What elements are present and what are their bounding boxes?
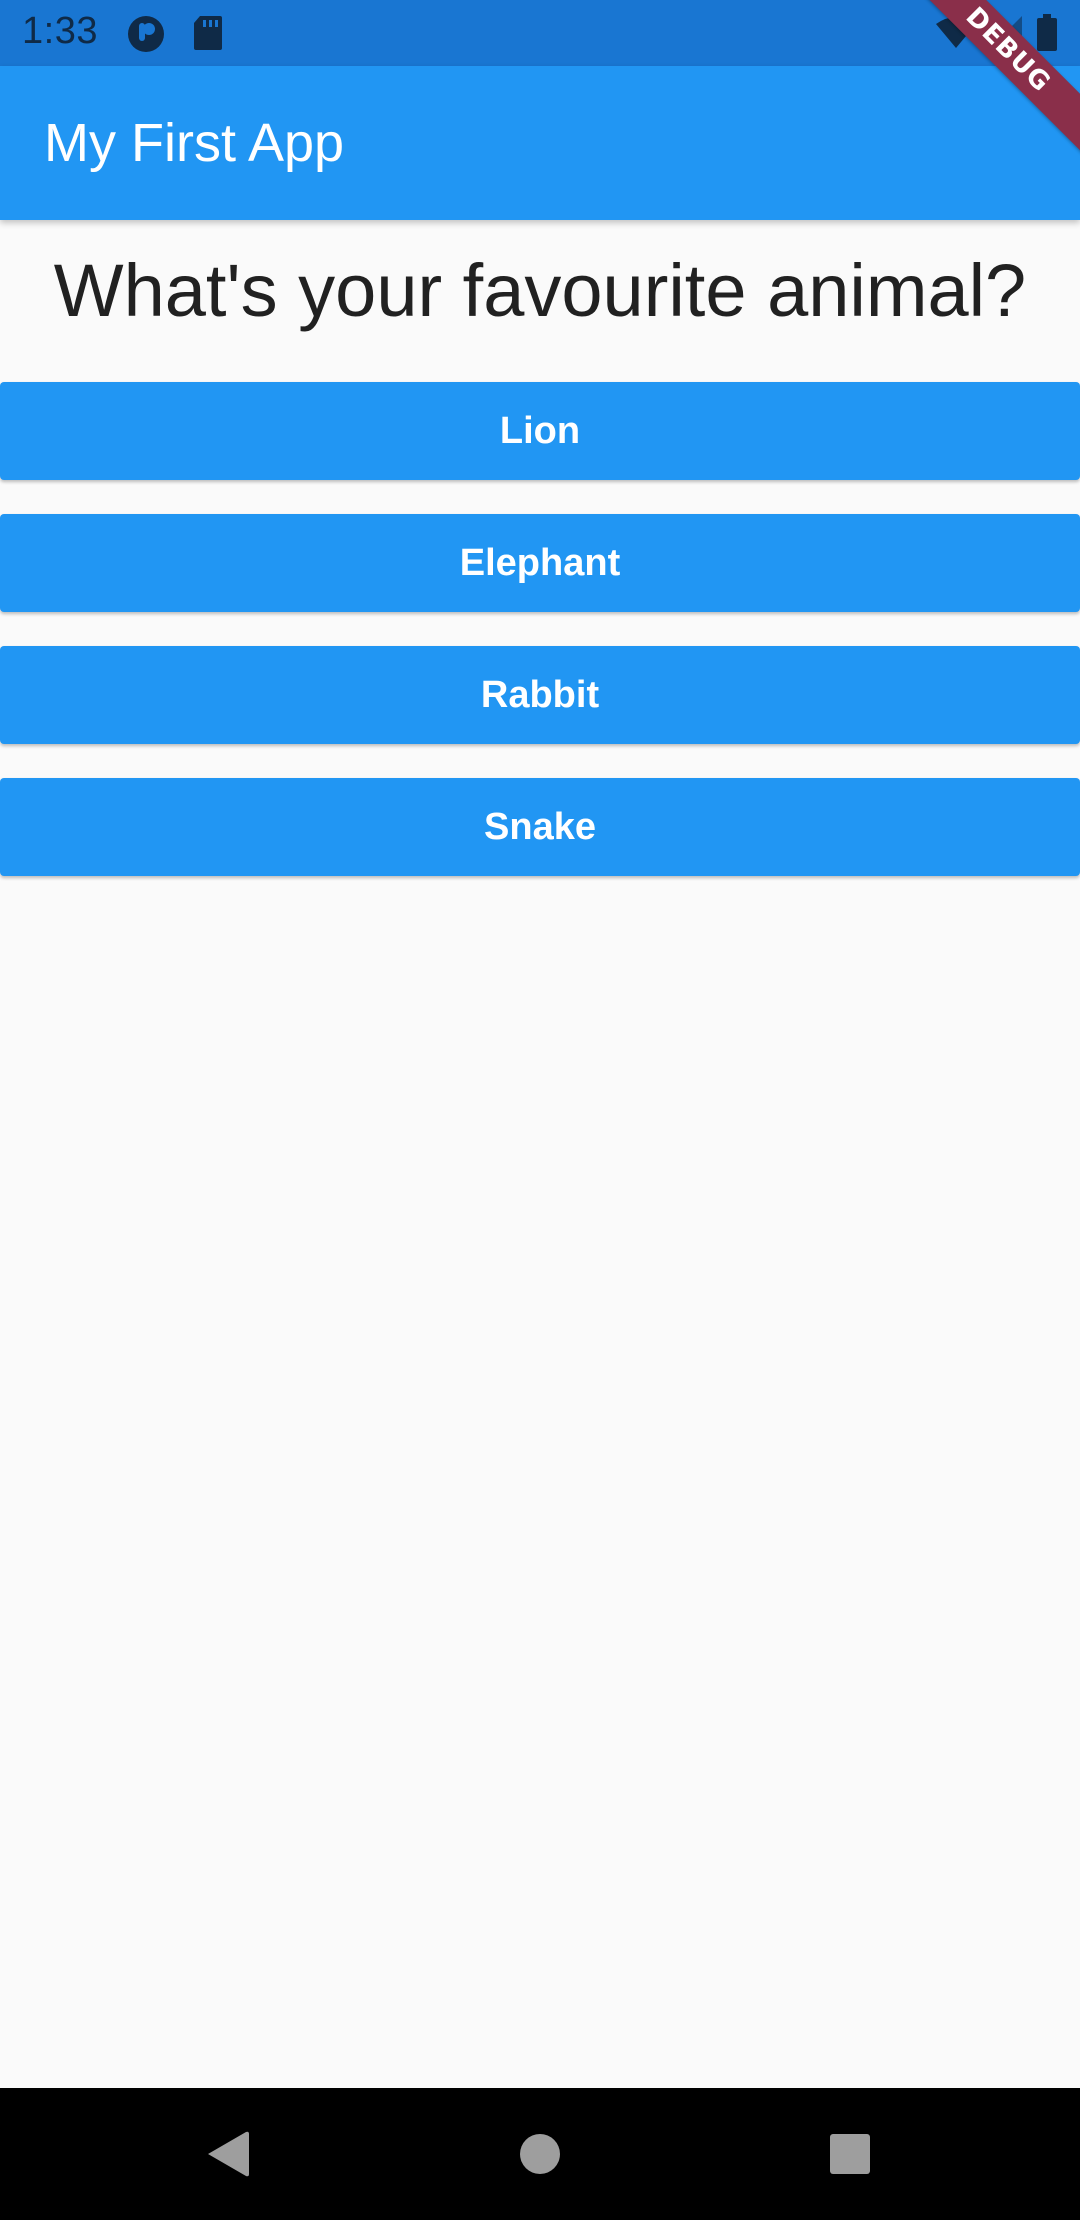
battery-icon xyxy=(1036,14,1058,57)
navigation-bar xyxy=(0,2088,1080,2220)
sd-card-icon xyxy=(192,14,224,57)
back-icon xyxy=(208,2131,249,2177)
answer-list: Lion Elephant Rabbit Snake xyxy=(0,382,1080,910)
answer-button-rabbit[interactable]: Rabbit xyxy=(0,646,1080,744)
app-bar: My First App xyxy=(0,66,1080,220)
answer-button-elephant[interactable]: Elephant xyxy=(0,514,1080,612)
app-notification-icon xyxy=(126,14,166,59)
answer-button-lion[interactable]: Lion xyxy=(0,382,1080,480)
screen: 1:33 DEBUG My First App What's your favo… xyxy=(0,0,1080,2220)
home-button[interactable] xyxy=(470,2088,610,2220)
status-bar: 1:33 xyxy=(0,0,1080,66)
status-time: 1:33 xyxy=(22,10,98,52)
home-icon xyxy=(520,2134,560,2174)
back-button[interactable] xyxy=(158,2088,298,2220)
recents-button[interactable] xyxy=(780,2088,920,2220)
recents-icon xyxy=(830,2134,870,2174)
answer-button-snake[interactable]: Snake xyxy=(0,778,1080,876)
question-text: What's your favourite animal? xyxy=(53,249,1027,332)
app-title: My First App xyxy=(44,113,345,173)
